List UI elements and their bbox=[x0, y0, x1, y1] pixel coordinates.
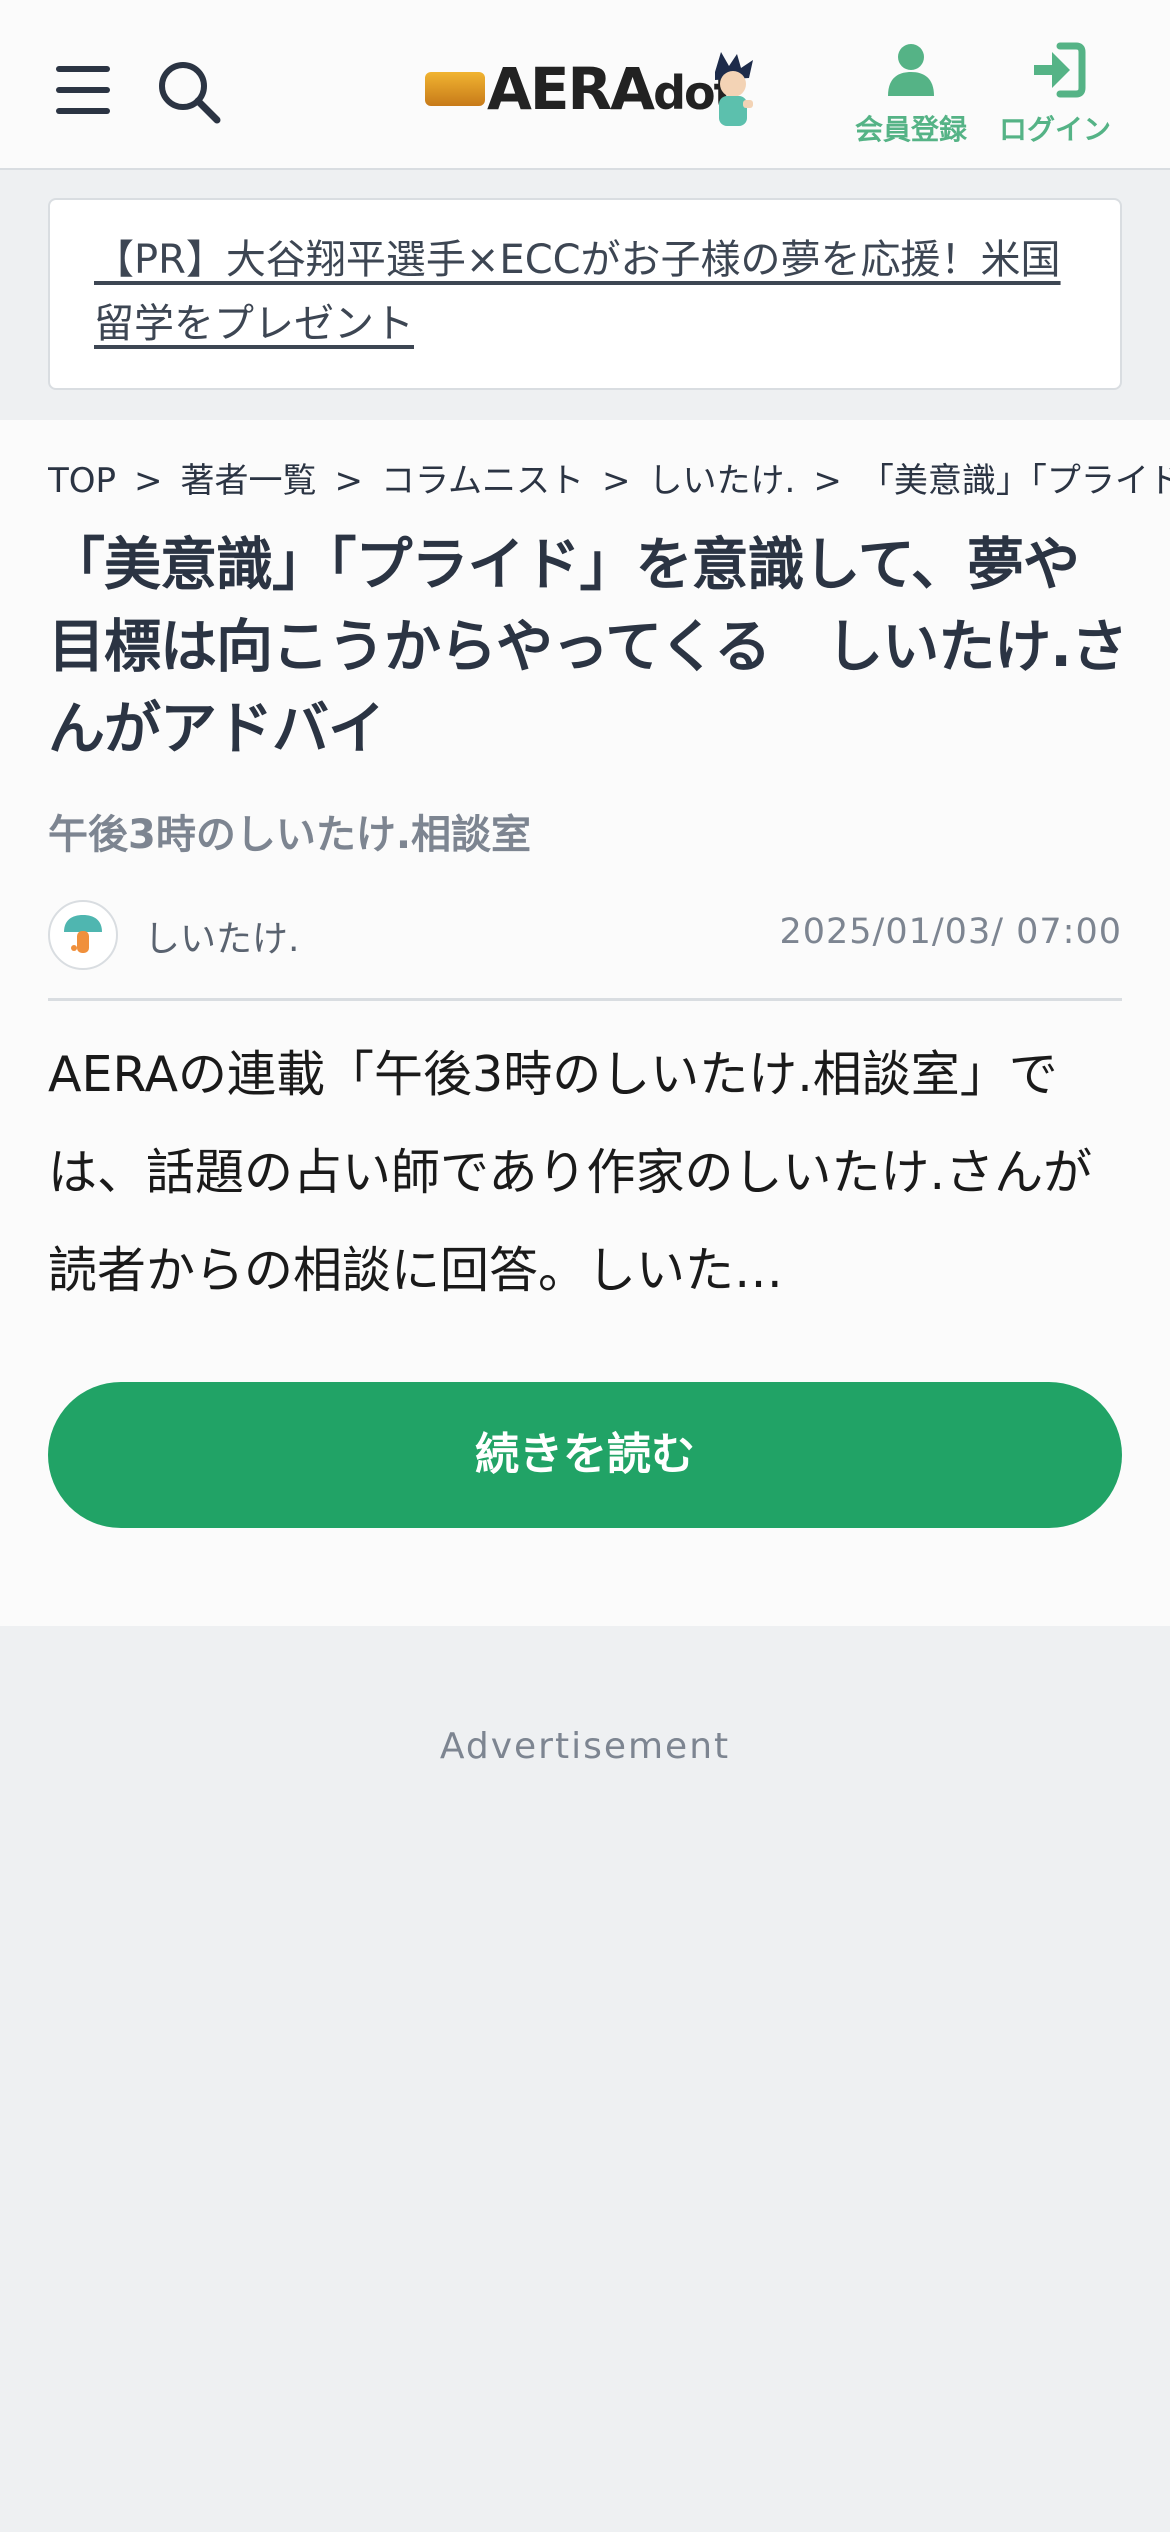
series-name[interactable]: 午後3時のしいたけ.相談室 bbox=[48, 802, 531, 860]
article-lead: AERAの連載「午後3時のしいたけ.相談室」では、話題の占い師であり作家のしいた… bbox=[48, 1046, 1093, 1299]
breadcrumb-author[interactable]: しいたけ. bbox=[649, 461, 796, 501]
site-header: AERAdot. 会員登録 ログイン bbox=[0, 0, 1170, 170]
divider bbox=[48, 998, 1122, 1001]
breadcrumb-top[interactable]: TOP bbox=[48, 461, 116, 501]
register-button[interactable]: 会員登録 bbox=[841, 42, 981, 152]
read-more-button[interactable]: 続きを読む bbox=[48, 1382, 1122, 1528]
aera-dot-logo[interactable]: AERAdot. bbox=[425, 50, 765, 130]
user-icon bbox=[888, 44, 934, 96]
mascot-illustration bbox=[715, 52, 753, 126]
breadcrumb-separator: > bbox=[813, 461, 842, 501]
breadcrumb-separator: > bbox=[602, 461, 631, 501]
breadcrumb-current: 「美意識」「プライド」を意識して、夢や目標は向こうからやってくる bbox=[859, 461, 1170, 501]
author-name[interactable]: しいたけ. bbox=[144, 910, 299, 962]
hamburger-menu-icon[interactable] bbox=[50, 60, 116, 120]
breadcrumb-columnist[interactable]: コラムニスト bbox=[381, 461, 584, 501]
promo-section: 【PR】大谷翔平選手×ECCがお子様の夢を応援！米国留学をプレゼント bbox=[0, 172, 1170, 420]
promo-box: 【PR】大谷翔平選手×ECCがお子様の夢を応援！米国留学をプレゼント bbox=[48, 198, 1122, 390]
login-button[interactable]: ログイン bbox=[985, 42, 1125, 152]
promo-link[interactable]: 【PR】大谷翔平選手×ECCがお子様の夢を応援！米国留学をプレゼント bbox=[94, 237, 1061, 347]
advertisement-label: Advertisement bbox=[439, 1726, 731, 1767]
search-icon[interactable] bbox=[155, 58, 225, 128]
mushroom-icon bbox=[64, 915, 102, 953]
breadcrumb-separator: > bbox=[334, 461, 364, 501]
breadcrumb-separator: > bbox=[134, 461, 163, 501]
logo-badge bbox=[425, 72, 485, 106]
login-label: ログイン bbox=[998, 113, 1111, 146]
register-label: 会員登録 bbox=[854, 113, 967, 146]
article-title: 「美意識」「プライド」を意識して、夢や目標は向こうからやってくる しいたけ.さん… bbox=[48, 532, 1128, 762]
sign-in-icon bbox=[1034, 42, 1086, 98]
breadcrumb-authors[interactable]: 著者一覧 bbox=[181, 461, 317, 501]
breadcrumb: TOP > 著者一覧 > コラムニスト > しいたけ. > 「美意識」「プライド」を意識して、夢… bbox=[48, 456, 1170, 506]
author-avatar[interactable] bbox=[48, 900, 118, 970]
article-card: TOP > 著者一覧 > コラムニスト > しいたけ. > 「美意識」「プライド」を意識して、夢… bbox=[0, 420, 1170, 1626]
publish-date: 2025/01/03/ 07:00 bbox=[779, 912, 1122, 952]
